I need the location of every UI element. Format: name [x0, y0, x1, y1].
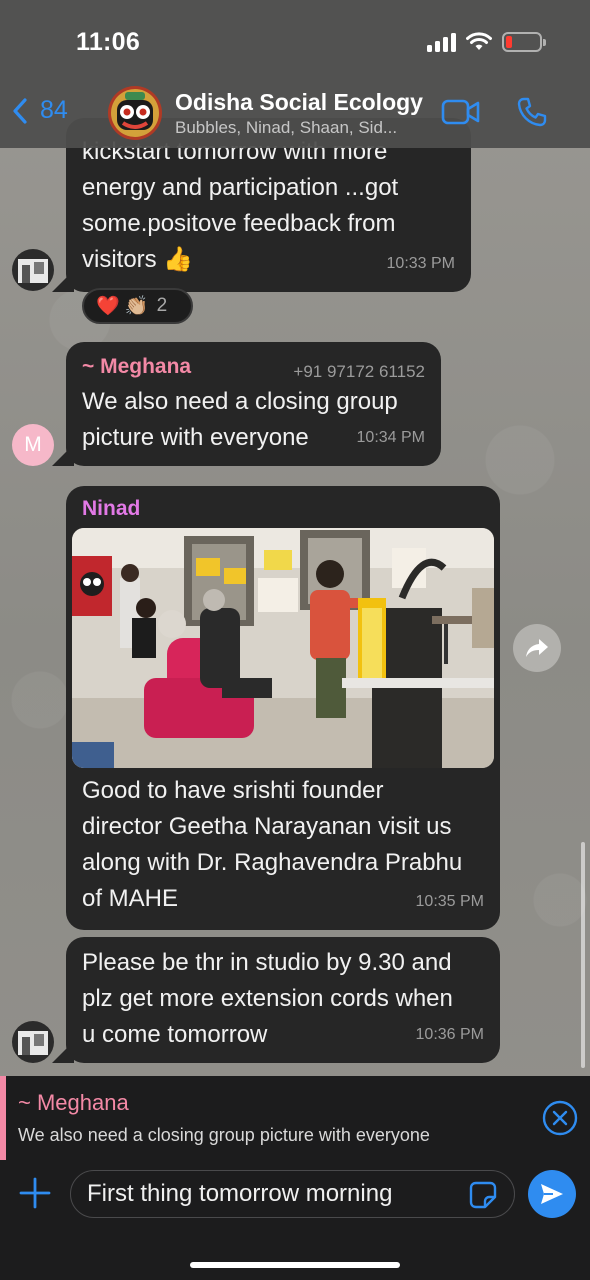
send-button[interactable] [528, 1170, 576, 1218]
reaction-emojis: ❤️ 👏🏼 [96, 296, 149, 317]
reply-preview[interactable]: ~ Meghana We also need a closing group p… [0, 1076, 590, 1160]
battery-icon [502, 32, 546, 52]
phone-call-icon[interactable] [516, 96, 548, 128]
message-bubble[interactable]: Ninad Good to have srishti founder direc… [66, 486, 500, 930]
group-avatar[interactable] [108, 86, 162, 140]
sender-phone: +91 97172 61152 [293, 362, 425, 381]
forward-button[interactable] [513, 624, 561, 672]
reply-sender-name: ~ Meghana [18, 1090, 129, 1115]
sender-name[interactable]: Ninad [82, 496, 140, 522]
close-reply-icon[interactable] [542, 1100, 578, 1136]
back-button[interactable]: 84 [12, 96, 68, 125]
message-text: Good to have srishti founder director Ge… [82, 777, 463, 912]
home-indicator [190, 1262, 400, 1268]
chat-title[interactable]: Odisha Social Ecology [175, 89, 423, 116]
wifi-icon [466, 32, 492, 50]
shared-photo[interactable] [72, 528, 494, 768]
send-arrow-icon [541, 1184, 563, 1204]
status-time: 11:06 [76, 28, 141, 56]
reply-message-text: We also need a closing group picture wit… [18, 1125, 430, 1145]
message-time: 10:34 PM [356, 429, 425, 446]
message-time: 10:36 PM [415, 1026, 484, 1043]
nav-row: 84 Odisha Social Ecology Bubbles, Ninad,… [0, 84, 590, 144]
chat-header: 11:06 84 Odisha Social Ecology Bubbles, … [0, 0, 590, 148]
sender-avatar[interactable] [12, 1021, 54, 1063]
share-arrow-icon [526, 639, 548, 657]
message-bubble[interactable]: ~ Meghana +91 97172 61152 We also need a… [66, 342, 441, 466]
scrollbar[interactable] [581, 842, 585, 1068]
back-count: 84 [40, 96, 68, 124]
reaction-count: 2 [156, 295, 168, 316]
signal-icon [427, 32, 456, 52]
status-icons [427, 32, 546, 52]
video-call-icon[interactable] [441, 98, 481, 126]
message-time: 10:33 PM [386, 255, 455, 272]
message-time: 10:35 PM [415, 893, 484, 910]
message-input[interactable] [70, 1170, 515, 1218]
attach-plus-icon[interactable] [18, 1176, 52, 1210]
chevron-left-icon [13, 97, 27, 124]
chat-subtitle[interactable]: Bubbles, Ninad, Shaan, Sid... [175, 118, 397, 138]
sender-avatar[interactable] [12, 249, 54, 291]
reply-accent-bar [0, 1076, 6, 1160]
sender-avatar[interactable]: M [12, 424, 54, 466]
sticker-icon[interactable] [468, 1180, 498, 1210]
message-bubble[interactable]: Please be thr in studio by 9.30 and plz … [66, 937, 500, 1063]
reactions-pill[interactable]: ❤️ 👏🏼 2 [82, 288, 193, 324]
